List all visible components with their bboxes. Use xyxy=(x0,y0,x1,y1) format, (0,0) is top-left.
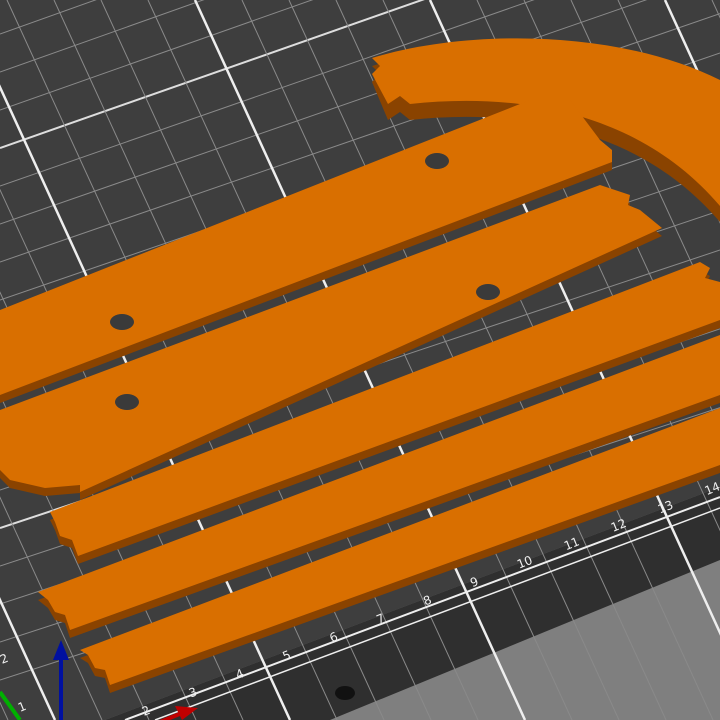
bed-screw-hole xyxy=(335,686,355,700)
mounting-hole xyxy=(476,284,500,300)
scene[interactable]: 234567891011121314 2 1 xyxy=(0,0,720,720)
mounting-hole xyxy=(425,153,449,169)
mounting-hole xyxy=(110,314,134,330)
3d-viewport[interactable]: 2 3 4 5 6 7 8 9 10 11 12 13 14 2 1 xyxy=(0,0,720,720)
mounting-hole xyxy=(115,394,139,410)
